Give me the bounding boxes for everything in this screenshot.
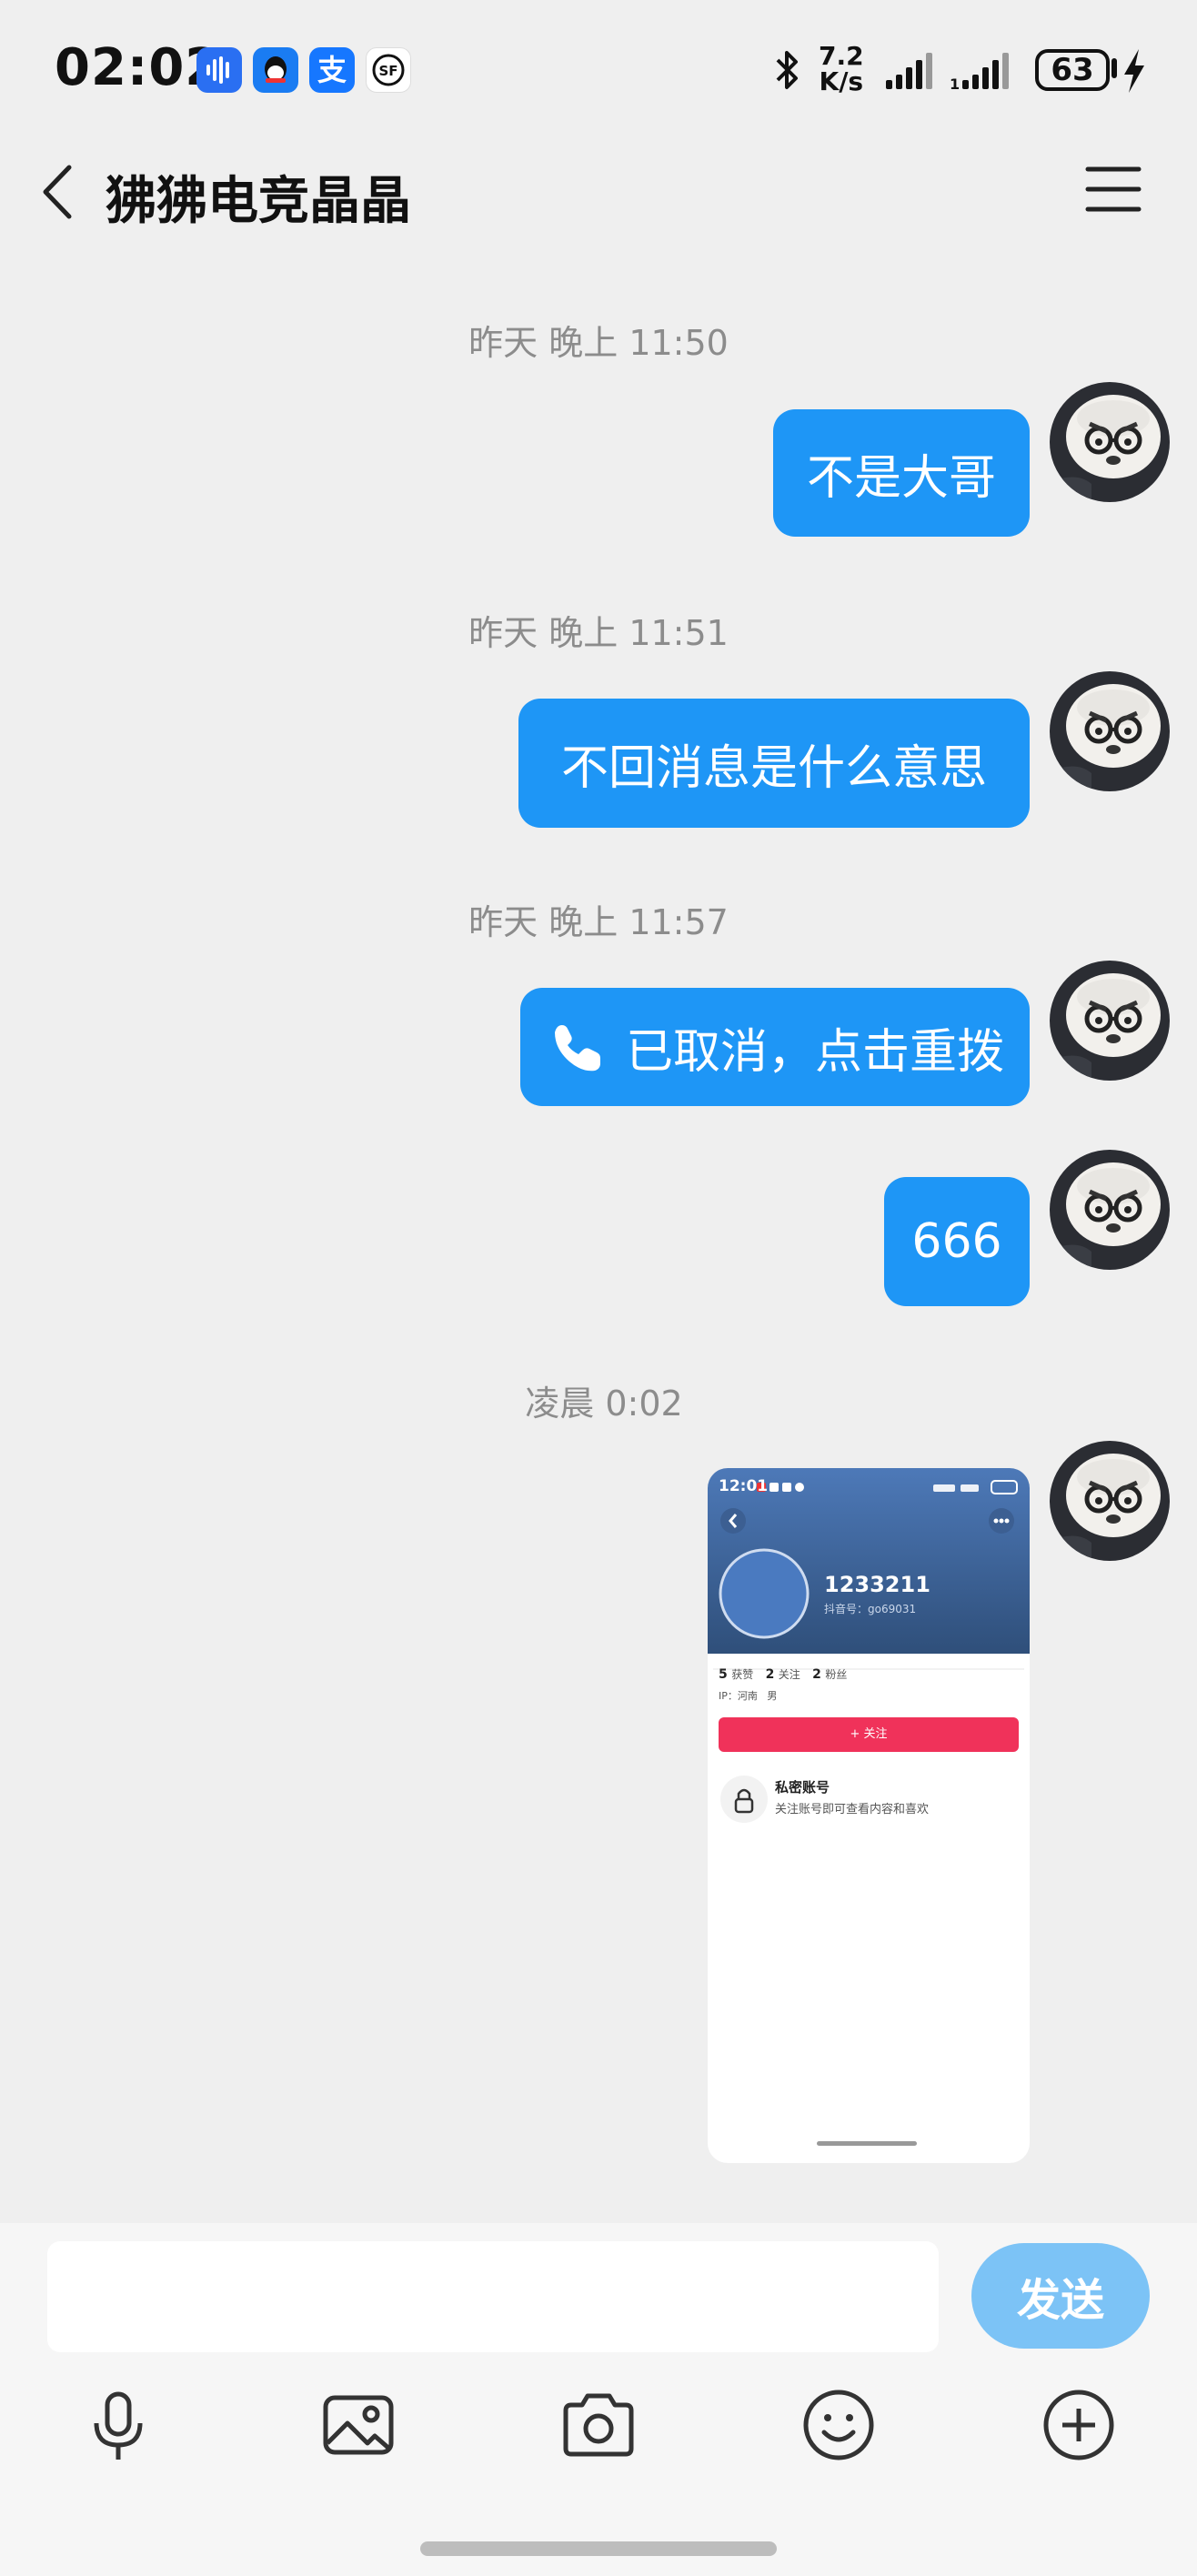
qq-icon — [253, 47, 298, 93]
avatar[interactable] — [1050, 671, 1170, 791]
shared-stats: 5 获赞 2 关注 2 粉丝 — [719, 1667, 848, 1682]
message-timestamp: 昨天 晚上 11:51 — [468, 613, 729, 653]
signal-2-icon: 1 — [950, 53, 1021, 95]
voice-assistant-icon — [196, 47, 242, 93]
chevron-left-icon — [43, 165, 72, 219]
voice-button[interactable] — [80, 2387, 156, 2463]
avatar[interactable] — [1050, 1441, 1170, 1561]
shared-ip: IP：河南 男 — [719, 1690, 778, 1702]
svg-text:支: 支 — [317, 53, 347, 87]
network-speed: 7.2 K/s — [819, 41, 864, 96]
shared-private-desc: 关注账号即可查看内容和喜欢 — [775, 1803, 930, 1816]
shared-account-id: 抖音号：go69031 — [824, 1603, 917, 1615]
message-bubble[interactable]: 666 — [884, 1177, 1030, 1306]
battery-indicator: 63 — [1035, 49, 1110, 91]
message-timestamp: 凌晨 0:02 — [525, 1384, 683, 1424]
message-timestamp: 昨天 晚上 11:50 — [468, 323, 729, 363]
call-record-text: 已取消，点击重拨 — [626, 1024, 1005, 1080]
svg-text:SF: SF — [378, 63, 397, 79]
bluetooth-icon — [771, 49, 802, 95]
avatar-image — [1050, 1150, 1170, 1270]
avatar-image — [1050, 961, 1170, 1081]
avatar-image — [1050, 671, 1170, 791]
avatar[interactable] — [1050, 1150, 1170, 1270]
shared-private-title: 私密账号 — [775, 1779, 830, 1796]
shared-follow-button: + 关注 — [850, 1727, 888, 1741]
avatar[interactable] — [1050, 382, 1170, 502]
sf-express-icon: SF — [366, 47, 411, 93]
battery-tip — [1112, 58, 1117, 78]
home-indicator[interactable] — [420, 2541, 777, 2556]
message-input[interactable] — [47, 2241, 939, 2352]
plus-circle-icon — [1043, 2390, 1114, 2460]
more-button[interactable] — [1041, 2387, 1117, 2463]
signal-icon — [884, 53, 935, 95]
camera-icon — [563, 2393, 634, 2457]
shared-username: 1233211 — [824, 1572, 930, 1597]
hamburger-menu-icon — [1085, 166, 1142, 212]
charging-icon — [1121, 47, 1148, 98]
message-bubble[interactable]: 不回消息是什么意思 — [518, 699, 1030, 828]
phone-icon — [555, 1025, 600, 1072]
shared-image-message[interactable]: 12:01 1233211 抖音号：go69031 5 获赞 2 关注 2 粉丝… — [708, 1468, 1030, 2163]
svg-text:1: 1 — [950, 75, 960, 91]
call-record-bubble[interactable]: 已取消，点击重拨 — [520, 988, 1030, 1106]
menu-button[interactable] — [1084, 162, 1142, 216]
camera-button[interactable] — [560, 2387, 637, 2463]
avatar[interactable] — [1050, 961, 1170, 1081]
message-timestamp: 昨天 晚上 11:57 — [468, 902, 729, 942]
chat-title: 狒狒电竞晶晶 — [106, 172, 411, 231]
send-button[interactable]: 发送 — [971, 2243, 1150, 2349]
shared-status-time: 12:01 — [719, 1477, 769, 1495]
microphone-icon — [94, 2391, 143, 2460]
alipay-icon: 支 — [309, 47, 355, 93]
image-icon — [323, 2395, 394, 2455]
avatar-image — [1050, 382, 1170, 502]
avatar-image — [1050, 1441, 1170, 1561]
back-button[interactable] — [36, 160, 91, 224]
emoji-button[interactable] — [800, 2387, 877, 2463]
smiley-icon — [803, 2390, 874, 2460]
message-bubble[interactable]: 不是大哥 — [773, 409, 1030, 537]
image-button[interactable] — [320, 2387, 397, 2463]
